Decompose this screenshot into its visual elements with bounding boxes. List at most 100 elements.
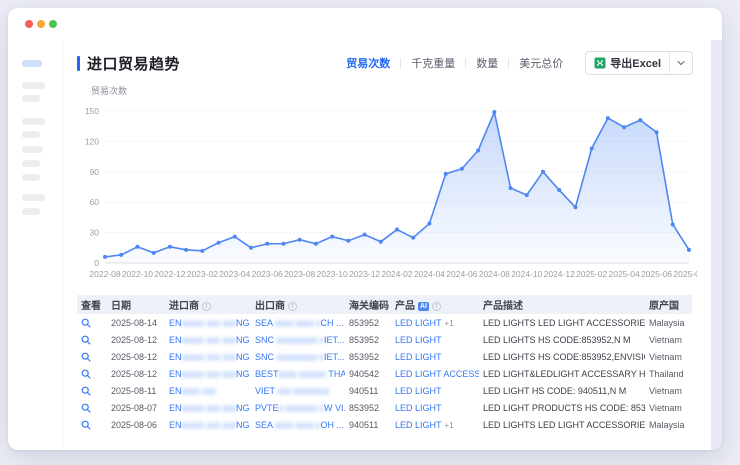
shipments-table: 查看日期进口商i出口商i海关编码产品AIi产品描述原产国 2025-08-14E… xyxy=(77,295,692,433)
product-cell: LED LIGHT+1 xyxy=(391,314,479,331)
metric-tabs: 贸易次数千克重量数量美元总价 xyxy=(336,55,573,71)
hs-code-cell: 853952 xyxy=(345,314,391,331)
product-link[interactable]: LED LIGHT xyxy=(395,420,442,430)
product-link[interactable]: LED LIGHT xyxy=(395,352,442,362)
product-link[interactable]: LED LIGHT xyxy=(395,335,442,345)
column-header: 出口商i xyxy=(251,295,345,314)
view-details-icon[interactable] xyxy=(81,386,91,396)
importer-cell: ENxxxxx xxx xxxNG L... xyxy=(165,416,251,433)
importer-link[interactable]: ENxxxxx xxx xxxNG L... xyxy=(169,335,251,345)
exporter-cell: BESTxxxx xxxxxx THA... xyxy=(251,365,345,382)
product-link[interactable]: LED LIGHT xyxy=(395,403,442,413)
date-cell: 2025-08-12 xyxy=(107,331,165,348)
date-cell: 2025-08-06 xyxy=(107,416,165,433)
svg-text:2024-02: 2024-02 xyxy=(381,269,412,279)
sidebar-item-placeholder[interactable] xyxy=(22,146,43,153)
trend-chart-section: 贸易次数 03060901201502022-082022-102022-122… xyxy=(77,84,693,289)
blurred-company-name: xxxxx xxx xxx xyxy=(182,420,237,430)
svg-text:2024-04: 2024-04 xyxy=(414,269,445,279)
description-cell: LED LIGHTS LED LIGHT ACCESSORIES THIS SH… xyxy=(479,416,645,433)
svg-text:2025-08: 2025-08 xyxy=(673,269,697,279)
window-zoom-button[interactable] xyxy=(49,20,57,28)
svg-text:150: 150 xyxy=(85,106,99,116)
info-icon[interactable]: i xyxy=(432,302,441,311)
sidebar-item-placeholder[interactable] xyxy=(22,208,40,215)
sidebar-item-placeholder[interactable] xyxy=(22,82,45,89)
page-title: 进口贸易趋势 xyxy=(87,53,180,74)
info-icon[interactable]: i xyxy=(288,302,297,311)
origin-country-cell: Vietnam xyxy=(645,348,692,365)
product-cell: LED LIGHT xyxy=(391,331,479,348)
importer-link[interactable]: ENxxxxx xxx xxxNG L... xyxy=(169,318,251,328)
sidebar-item-active[interactable] xyxy=(22,60,42,67)
product-link[interactable]: LED LIGHT xyxy=(395,318,442,328)
table-row: 2025-08-06 ENxxxxx xxx xxxNG L... SEA xxxx… xyxy=(77,416,692,433)
ai-badge: AI xyxy=(418,302,429,311)
product-cell: LED LIGHT xyxy=(391,399,479,416)
export-excel-button[interactable]: 导出Excel xyxy=(586,52,669,74)
blurred-company-name: xxxxxxxxx x xyxy=(277,352,325,362)
column-header: 原产国 xyxy=(645,295,692,314)
importer-link[interactable]: ENxxxxx xxx xxxNG L... xyxy=(169,403,251,413)
sidebar-item-placeholder[interactable] xyxy=(22,95,40,102)
view-details-icon[interactable] xyxy=(81,369,91,379)
sidebar-item-placeholder[interactable] xyxy=(22,160,40,167)
view-details-icon[interactable] xyxy=(81,420,91,430)
window-minimize-button[interactable] xyxy=(37,20,45,28)
svg-text:0: 0 xyxy=(94,258,99,268)
product-cell: LED LIGHT xyxy=(391,348,479,365)
view-details-icon[interactable] xyxy=(81,335,91,345)
importer-link[interactable]: ENxxxxx xxx xxxNG L... xyxy=(169,420,251,430)
exporter-cell: SEA xxxx xxxx xCH ... xyxy=(251,314,345,331)
sidebar xyxy=(8,40,63,450)
description-cell: LED LIGHTS HS CODE:853952,ENVISIONLED xyxy=(479,348,645,365)
product-link[interactable]: LED LIGHT ACCESSORY xyxy=(395,369,479,379)
tab-trade-count[interactable]: 贸易次数 xyxy=(336,55,400,71)
page-background: 进口贸易趋势 贸易次数千克重量数量美元总价 导出Excel xyxy=(0,0,740,465)
description-cell: LED LIGHTS LED LIGHT ACCESSORIES,ENVISIO… xyxy=(479,314,645,331)
exporter-link[interactable]: SNC xxxxxxxxx xIET... xyxy=(255,352,345,362)
exporter-link[interactable]: SNC xxxxxxxxx xIET... xyxy=(255,335,345,345)
origin-country-cell: Thailand xyxy=(645,365,692,382)
blurred-company-name: xxx xxxxxxxx xyxy=(277,386,329,396)
date-cell: 2025-08-12 xyxy=(107,348,165,365)
exporter-link[interactable]: SEA xxxx xxxx xOH ... xyxy=(255,420,344,430)
tab-usd-total[interactable]: 美元总价 xyxy=(509,55,573,71)
product-cell: LED LIGHT xyxy=(391,382,479,399)
exporter-link[interactable]: SEA xxxx xxxx xCH ... xyxy=(255,318,344,328)
sidebar-item-placeholder[interactable] xyxy=(22,118,45,125)
view-cell xyxy=(77,314,107,331)
exporter-cell: PVTEx xxxxxxx xW VI... xyxy=(251,399,345,416)
tab-quantity[interactable]: 数量 xyxy=(466,55,508,71)
product-link[interactable]: LED LIGHT xyxy=(395,386,442,396)
hs-code-cell: 940511 xyxy=(345,416,391,433)
svg-text:2024-10: 2024-10 xyxy=(511,269,542,279)
blurred-company-name: xxxxx xxx xxx xyxy=(182,369,237,379)
importer-link[interactable]: ENxxxxx xxx xxxNG L... xyxy=(169,352,251,362)
sidebar-item-placeholder[interactable] xyxy=(22,174,40,181)
tab-kg-weight[interactable]: 千克重量 xyxy=(401,55,465,71)
window-scrollbar[interactable] xyxy=(711,40,722,450)
svg-text:2022-10: 2022-10 xyxy=(122,269,153,279)
view-details-icon[interactable] xyxy=(81,352,91,362)
hs-code-cell: 940542 xyxy=(345,365,391,382)
svg-text:2023-06: 2023-06 xyxy=(252,269,283,279)
blurred-company-name: xxxx xxxxxx xyxy=(279,369,327,379)
date-cell: 2025-08-14 xyxy=(107,314,165,331)
view-details-icon[interactable] xyxy=(81,318,91,328)
window-close-button[interactable] xyxy=(25,20,33,28)
importer-cell: ENxxxxx xxx xxxNG L... xyxy=(165,365,251,382)
importer-cell: ENxxxxx xxx xxxNG L... xyxy=(165,348,251,365)
column-header: 日期 xyxy=(107,295,165,314)
hs-code-cell: 853952 xyxy=(345,331,391,348)
exporter-link[interactable]: PVTEx xxxxxxx xW VI... xyxy=(255,403,345,413)
exporter-link[interactable]: VIET xxx xxxxxxxx xyxy=(255,386,329,396)
importer-link[interactable]: ENxxxx xxx xyxy=(169,386,216,396)
export-dropdown-button[interactable] xyxy=(670,52,692,74)
info-icon[interactable]: i xyxy=(202,302,211,311)
importer-link[interactable]: ENxxxxx xxx xxxNG L... xyxy=(169,369,251,379)
sidebar-item-placeholder[interactable] xyxy=(22,131,40,138)
exporter-link[interactable]: BESTxxxx xxxxxx THA... xyxy=(255,369,345,379)
view-details-icon[interactable] xyxy=(81,403,91,413)
sidebar-item-placeholder[interactable] xyxy=(22,194,45,201)
